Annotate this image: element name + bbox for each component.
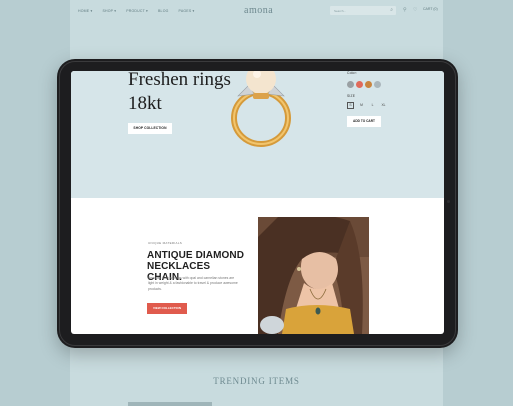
add-to-cart-button[interactable]: ADD TO CART <box>347 116 381 127</box>
promo-description: Beautiful long earrings with opal and ca… <box>148 276 238 291</box>
promo-kicker: UNIQUE MATERIALS <box>148 241 183 245</box>
user-icon[interactable]: ⚲ <box>403 7 407 13</box>
product-thumbnail-strip <box>128 402 212 406</box>
model-necklace-photo <box>258 217 369 334</box>
heart-icon[interactable]: ♡ <box>413 7 417 13</box>
search-icon[interactable]: ⌕ <box>390 7 393 13</box>
hero-banner: Freshen rings 18kt SHOP COLLECTION Color… <box>71 71 444 198</box>
color-swatch-silver[interactable] <box>374 81 381 88</box>
size-option-xl[interactable]: XL <box>380 102 387 109</box>
color-label: Color: <box>347 71 357 75</box>
color-swatch-gold[interactable] <box>365 81 372 88</box>
view-collection-button[interactable]: VIEW COLLECTION <box>147 303 187 314</box>
size-option-l[interactable]: L <box>369 102 376 109</box>
nav-pages[interactable]: PAGES ▾ <box>179 9 195 13</box>
search-placeholder: Search... <box>334 9 347 13</box>
nav-blog[interactable]: BLOG <box>158 9 169 13</box>
size-label: SIZE <box>347 94 356 98</box>
size-option-s[interactable]: S <box>347 102 354 109</box>
shop-collection-button[interactable]: SHOP COLLECTION <box>128 123 172 134</box>
nav-home[interactable]: HOME ▾ <box>78 9 92 13</box>
camera-dot <box>447 200 450 203</box>
cart-link[interactable]: CART (0) <box>423 7 438 11</box>
site-logo[interactable]: amona <box>244 5 273 16</box>
search-input[interactable]: Search... ⌕ <box>330 6 396 15</box>
section-title: TRENDING ITEMS <box>213 376 300 386</box>
nav-shop[interactable]: SHOP ▾ <box>102 9 116 13</box>
size-option-m[interactable]: M <box>358 102 365 109</box>
color-swatch-grey[interactable] <box>347 81 354 88</box>
nav-product[interactable]: PRODUCT ▾ <box>126 9 148 13</box>
color-swatch-red[interactable] <box>356 81 363 88</box>
ring-image <box>231 71 291 147</box>
tablet-screen: Freshen rings 18kt SHOP COLLECTION Color… <box>71 71 444 334</box>
